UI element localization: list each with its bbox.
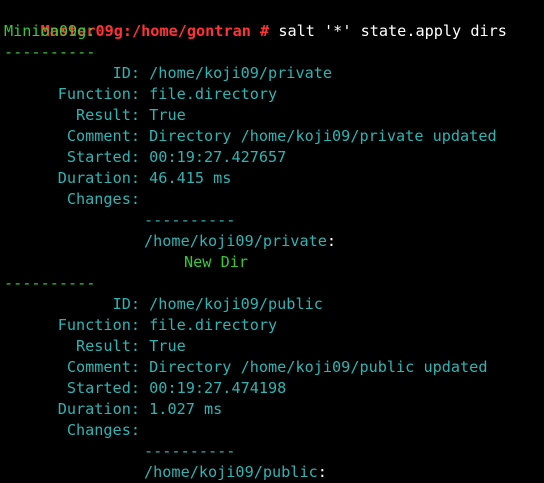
- state-duration: 1.027 ms: [149, 400, 223, 418]
- minion-name: Minion09g:: [4, 22, 96, 40]
- change-path: /home/koji09/private: [144, 232, 327, 250]
- comment-label: Comment:: [66, 127, 140, 145]
- id-label: ID:: [112, 295, 140, 313]
- command-line: Master09g:/home/gontran # salt '*' state…: [4, 0, 507, 40]
- terminal-window[interactable]: Master09g:/home/gontran # salt '*' state…: [0, 0, 544, 482]
- change-path: /home/koji09/public: [144, 463, 318, 481]
- state-changes-row: Changes:: [4, 189, 140, 210]
- state-id-row: ID: /home/koji09/public: [4, 294, 323, 315]
- state-function-row: Function: file.directory: [4, 84, 277, 105]
- state-started: 00:19:27.427657: [149, 148, 287, 166]
- state-id-row: ID: /home/koji09/private: [4, 63, 332, 84]
- state-function: file.directory: [149, 85, 278, 103]
- started-label: Started:: [66, 148, 140, 166]
- duration-label: Duration:: [57, 169, 140, 187]
- change-path-row: /home/koji09/private:: [144, 231, 336, 252]
- change-colon: :: [326, 232, 337, 250]
- state-id: /home/koji09/private: [149, 64, 333, 82]
- change-path-row: /home/koji09/public:: [144, 462, 327, 483]
- state-started-row: Started: 00:19:27.474198: [4, 378, 286, 399]
- inner-separator: ----------: [144, 442, 236, 460]
- result-label: Result:: [75, 106, 140, 124]
- state-comment-row: Comment: Directory /home/koji09/private …: [4, 126, 497, 147]
- state-duration-row: Duration: 1.027 ms: [4, 399, 223, 420]
- result-label: Result:: [75, 337, 140, 355]
- changes-label: Changes:: [66, 421, 140, 439]
- state-comment: Directory /home/koji09/public updated: [149, 358, 488, 376]
- state-comment-row: Comment: Directory /home/koji09/public u…: [4, 357, 488, 378]
- id-label: ID:: [112, 64, 140, 82]
- state-id: /home/koji09/public: [149, 295, 323, 313]
- inner-separator: ----------: [144, 211, 236, 229]
- state-comment: Directory /home/koji09/private updated: [149, 127, 497, 145]
- function-label: Function:: [57, 316, 140, 334]
- change-value: New Dir: [184, 253, 249, 271]
- comment-label: Comment:: [66, 358, 140, 376]
- state-result-row: Result: True: [4, 336, 186, 357]
- state-result: True: [149, 337, 186, 355]
- function-label: Function:: [57, 85, 140, 103]
- duration-label: Duration:: [57, 400, 140, 418]
- separator: ----------: [4, 274, 96, 292]
- state-function: file.directory: [149, 316, 278, 334]
- change-colon: :: [317, 463, 327, 481]
- state-duration: 46.415 ms: [149, 169, 232, 187]
- state-function-row: Function: file.directory: [4, 315, 277, 336]
- state-result: True: [149, 106, 186, 124]
- state-duration-row: Duration: 46.415 ms: [4, 168, 232, 189]
- command-text: salt '*' state.apply dirs: [269, 22, 507, 40]
- state-result-row: Result: True: [4, 105, 186, 126]
- started-label: Started:: [66, 379, 140, 397]
- state-started: 00:19:27.474198: [149, 379, 287, 397]
- state-changes-row: Changes:: [4, 420, 140, 441]
- separator: ----------: [4, 43, 96, 61]
- changes-label: Changes:: [66, 190, 140, 208]
- state-started-row: Started: 00:19:27.427657: [4, 147, 286, 168]
